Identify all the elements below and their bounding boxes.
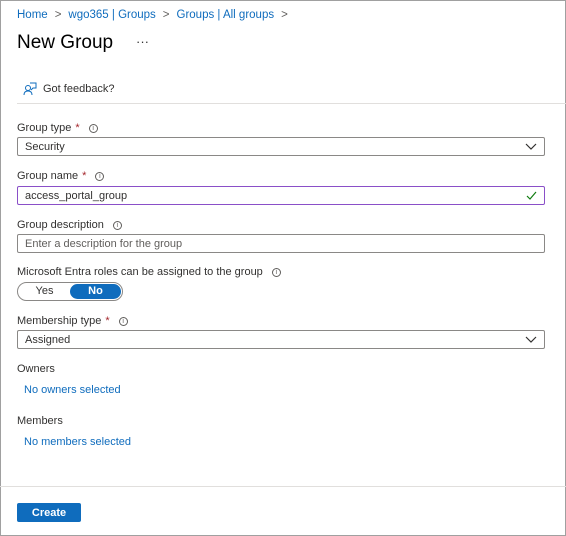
feedback-button[interactable]: Got feedback? — [23, 82, 115, 96]
breadcrumb-all-groups[interactable]: Groups | All groups — [177, 9, 275, 21]
info-icon: i — [95, 171, 105, 181]
owners-label: Owners — [17, 363, 55, 375]
members-label: Members — [17, 415, 63, 427]
select-value: Assigned — [25, 333, 71, 346]
info-icon: i — [271, 267, 281, 277]
label-text: Membership type — [17, 315, 102, 327]
group-description-input[interactable]: Enter a description for the group — [17, 234, 545, 253]
breadcrumb-home[interactable]: Home — [17, 9, 48, 21]
divider — [17, 103, 566, 104]
info-icon: i — [88, 123, 98, 133]
chevron-right-icon: > — [54, 9, 62, 21]
info-icon: i — [118, 316, 128, 326]
label-text: Group name — [17, 170, 79, 182]
checkmark-icon — [526, 191, 537, 200]
entra-roles-label: Microsoft Entra roles can be assigned to… — [17, 266, 281, 278]
entra-roles-toggle[interactable]: Yes No — [17, 282, 123, 301]
input-placeholder: Enter a description for the group — [25, 237, 183, 250]
owners-link[interactable]: No owners selected — [24, 384, 121, 396]
label-text: Group type — [17, 122, 72, 134]
select-value: Security — [25, 140, 65, 153]
feedback-icon — [23, 82, 37, 96]
membership-type-select[interactable]: Assigned — [17, 330, 545, 349]
group-description-label: Group description i — [17, 219, 122, 231]
members-link[interactable]: No members selected — [24, 436, 131, 448]
required-mark: * — [105, 315, 110, 327]
chevron-right-icon: > — [162, 9, 170, 21]
required-mark: * — [75, 122, 80, 134]
group-name-input[interactable]: access_portal_group — [17, 186, 545, 205]
membership-type-label: Membership type * i — [17, 315, 128, 327]
more-options-button[interactable]: ··· — [136, 34, 149, 49]
required-mark: * — [82, 170, 87, 182]
label-text: Group description — [17, 219, 104, 231]
toggle-yes[interactable]: Yes — [19, 284, 70, 299]
breadcrumb-groups[interactable]: wgo365 | Groups — [68, 9, 155, 21]
create-button[interactable]: Create — [17, 503, 81, 522]
feedback-label: Got feedback? — [43, 83, 115, 95]
group-type-select[interactable]: Security — [17, 137, 545, 156]
label-text: Microsoft Entra roles can be assigned to… — [17, 266, 263, 278]
toggle-no[interactable]: No — [70, 284, 121, 299]
breadcrumb: Home > wgo365 | Groups > Groups | All grou… — [17, 9, 288, 21]
footer-divider — [0, 486, 566, 487]
chevron-down-icon — [525, 336, 537, 343]
chevron-right-icon: > — [281, 9, 288, 21]
group-type-label: Group type * i — [17, 122, 98, 134]
chevron-down-icon — [525, 143, 537, 150]
input-value: access_portal_group — [25, 189, 128, 202]
info-icon: i — [112, 220, 122, 230]
page-title: New Group — [17, 32, 114, 53]
group-name-label: Group name * i — [17, 170, 105, 182]
